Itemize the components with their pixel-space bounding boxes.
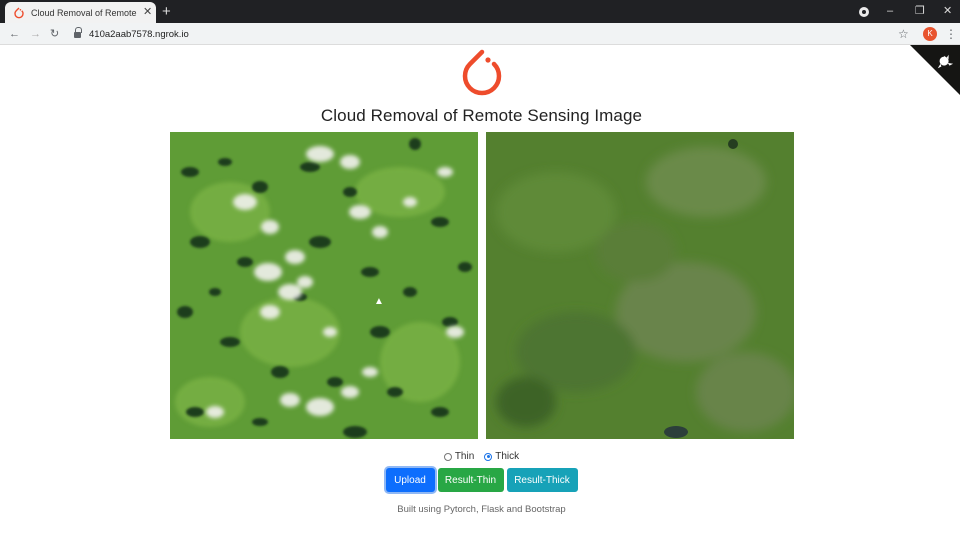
- back-icon[interactable]: ←: [9, 26, 20, 42]
- bookmark-star-icon[interactable]: ☆: [898, 26, 909, 42]
- cloud-free-output-image: [486, 132, 794, 439]
- browser-menu-icon[interactable]: ⋮: [945, 26, 957, 42]
- radio-button-thin[interactable]: [443, 452, 452, 461]
- address-bar[interactable]: 410a2aab7578.ngrok.io: [68, 25, 918, 43]
- result-thin-button[interactable]: Result-Thin: [437, 468, 504, 492]
- github-corner-icon[interactable]: [910, 45, 960, 95]
- pytorch-favicon-icon: [14, 7, 24, 18]
- browser-tab[interactable]: Cloud Removal of Remote Se... ✕: [5, 2, 156, 23]
- upload-button[interactable]: Upload: [385, 468, 435, 492]
- restore-icon[interactable]: ❐: [915, 3, 925, 20]
- radio-option-thick[interactable]: Thick: [484, 451, 519, 462]
- mouse-cursor-icon: ▲: [374, 296, 384, 307]
- lock-icon: [74, 27, 82, 38]
- profile-avatar[interactable]: K: [923, 27, 937, 41]
- footer-text: Built using Pytorch, Flask and Bootstrap: [397, 504, 566, 515]
- mode-radio-group: Thin Thick: [0, 451, 960, 462]
- pytorch-logo-icon: [462, 49, 502, 96]
- tab-title: Cloud Removal of Remote Se...: [31, 7, 139, 18]
- forward-icon[interactable]: →: [30, 26, 41, 42]
- radio-label-thin: Thin: [454, 451, 475, 462]
- extension-icon[interactable]: [859, 7, 869, 17]
- radio-button-thick[interactable]: [484, 452, 493, 461]
- new-tab-button[interactable]: +: [162, 3, 171, 20]
- reload-icon[interactable]: ↻: [50, 26, 59, 42]
- tab-close-icon[interactable]: ✕: [143, 7, 152, 18]
- result-thick-button[interactable]: Result-Thick: [506, 468, 578, 492]
- action-buttons: Upload Result-Thin Result-Thick: [0, 468, 960, 492]
- radio-option-thin[interactable]: Thin: [443, 451, 475, 462]
- close-window-icon[interactable]: ✕: [943, 3, 952, 20]
- url-text: 410a2aab7578.ngrok.io: [89, 28, 189, 40]
- cloudy-input-image: [170, 132, 478, 439]
- page-title: Cloud Removal of Remote Sensing Image: [320, 106, 643, 125]
- browser-toolbar: ← → ↻ 410a2aab7578.ngrok.io ☆ K ⋮: [0, 23, 960, 45]
- browser-titlebar: Cloud Removal of Remote Se... ✕ + – ❐ ✕: [0, 0, 960, 23]
- radio-label-thick: Thick: [495, 451, 520, 462]
- minimize-icon[interactable]: –: [887, 3, 893, 20]
